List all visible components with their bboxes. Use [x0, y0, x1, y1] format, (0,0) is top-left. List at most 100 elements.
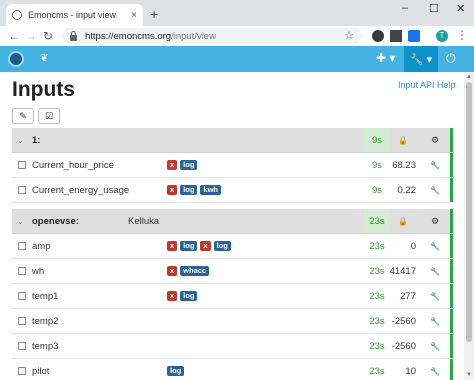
reload-icon[interactable]: ↻	[43, 29, 53, 43]
process-multiply-badge: x	[167, 291, 178, 301]
input-row[interactable]: pilot log 23s 10 🔧	[12, 359, 453, 380]
add-menu-button[interactable]: ✚ ▾	[376, 51, 395, 65]
input-name: pilot	[32, 365, 50, 377]
input-row[interactable]: amp x log x log 23s 0 🔧	[12, 234, 453, 259]
lock-icon[interactable]: 🔒	[390, 209, 416, 233]
browser-tab[interactable]: Emoncms - input view ×	[6, 4, 143, 26]
qr-extension-icon[interactable]	[390, 30, 402, 42]
input-checkbox[interactable]	[18, 234, 26, 258]
input-row[interactable]: wh x whacc 23s 41417 🔧	[12, 259, 453, 284]
setup-menu-button[interactable]: 🔧 ▾	[404, 46, 438, 72]
process-list[interactable]: log	[167, 359, 185, 380]
group-updated-time: 23s	[364, 209, 390, 233]
check-square-icon: ☑	[44, 110, 54, 121]
configure-wrench-icon[interactable]: 🔧	[422, 234, 448, 258]
configure-wrench-icon[interactable]: 🔧	[422, 309, 448, 333]
group-row[interactable]: ⌄ openevse: Kelluka 23s 🔒 ⚙	[12, 209, 453, 234]
configure-wrench-icon[interactable]: 🔧	[422, 259, 448, 283]
menu-dots-icon[interactable]: ⋮	[456, 28, 468, 42]
window-close-button[interactable]: ✕	[456, 2, 465, 15]
app-navbar: ❦ ✚ ▾ 🔧 ▾ ⏻	[0, 46, 474, 72]
input-value: 68.23	[392, 159, 416, 171]
inputs-table: ⌄ 1: 9s 🔒 ⚙ Current_hour_price x log 9s 68.23 🔧 Cur…	[12, 128, 453, 380]
process-list[interactable]: x log	[167, 153, 198, 177]
group-row[interactable]: ⌄ 1: 9s 🔒 ⚙	[12, 128, 453, 153]
configure-wrench-icon[interactable]: 🔧	[422, 178, 448, 202]
scrollbar[interactable]: ▲ ▼	[464, 72, 474, 380]
input-row[interactable]: Current_energy_usage x log kwh 9s 0.22 🔧	[12, 178, 453, 203]
chevron-down-icon[interactable]: ⌄	[17, 209, 24, 233]
id-extension-icon[interactable]	[408, 30, 420, 42]
input-checkbox[interactable]	[18, 178, 26, 202]
status-indicator	[450, 178, 453, 202]
process-multiply-badge: x	[167, 185, 178, 195]
input-checkbox[interactable]	[18, 309, 26, 333]
profile-avatar[interactable]: T	[436, 30, 448, 42]
input-row[interactable]: temp2 23s -2560 🔧	[12, 309, 453, 334]
address-bar[interactable]: https://emoncms.org/input/view ☆	[62, 28, 362, 44]
extension-circle-icon[interactable]	[372, 30, 384, 42]
input-updated-time: 23s	[369, 340, 385, 352]
gear-icon[interactable]: ⚙	[422, 209, 448, 233]
input-api-help-link[interactable]: Input API Help	[398, 80, 456, 90]
bookmark-star-icon[interactable]: ☆	[344, 29, 354, 42]
back-arrow-icon[interactable]: ←	[8, 29, 20, 43]
configure-wrench-icon[interactable]: 🔧	[422, 334, 448, 358]
input-value: -2560	[391, 315, 416, 327]
input-row[interactable]: Current_hour_price x log 9s 68.23 🔧	[12, 153, 453, 178]
input-value: 277	[400, 290, 416, 302]
status-indicator	[450, 334, 453, 358]
chevron-down-icon[interactable]: ⌄	[17, 128, 24, 152]
process-tag-badge: whacc	[180, 266, 210, 276]
scroll-up-icon[interactable]: ▲	[466, 74, 472, 80]
maximize-button[interactable]: ☐	[429, 2, 439, 15]
input-row[interactable]: temp3 23s -2560 🔧	[12, 334, 453, 359]
process-list[interactable]: x log x log	[167, 234, 231, 258]
configure-wrench-icon[interactable]: 🔧	[422, 153, 448, 177]
process-list[interactable]: x log kwh	[167, 178, 222, 202]
input-value: -2560	[391, 340, 416, 352]
page-title: Inputs	[12, 78, 75, 101]
logout-power-icon[interactable]: ⏻	[446, 51, 456, 66]
select-all-button[interactable]: ☑	[38, 108, 60, 124]
input-row[interactable]: temp1 x log 23s 277 🔧	[12, 284, 453, 309]
input-name: Current_hour_price	[32, 159, 114, 171]
input-checkbox[interactable]	[18, 153, 26, 177]
lock-icon	[70, 30, 77, 41]
scrollbar-thumb[interactable]	[466, 82, 472, 342]
scroll-down-icon[interactable]: ▼	[466, 372, 472, 378]
page-content: Inputs Input API Help ✎ ☑ ⌄ 1: 9s 🔒 ⚙ Current…	[0, 72, 474, 380]
browser-tab-bar: Emoncms - input view × + – ☐ ✕	[0, 0, 474, 26]
lock-icon[interactable]: 🔒	[390, 128, 416, 152]
minimize-button[interactable]: –	[402, 2, 408, 14]
input-updated-time: 23s	[369, 265, 385, 277]
group-updated-time: 9s	[364, 128, 390, 152]
input-checkbox[interactable]	[18, 284, 26, 308]
input-name: temp1	[32, 290, 59, 302]
input-value: 0.22	[397, 184, 417, 196]
gear-icon[interactable]: ⚙	[422, 128, 448, 152]
process-list[interactable]: x log	[167, 284, 198, 308]
forward-arrow-icon[interactable]: →	[25, 29, 37, 43]
process-tag-badge: log	[167, 366, 185, 376]
emoncms-logo-icon[interactable]	[8, 51, 24, 67]
process-tag-badge: log	[180, 241, 198, 251]
tab-title: Emoncms - input view	[28, 10, 117, 20]
input-checkbox[interactable]	[18, 359, 26, 380]
process-multiply-badge: x	[167, 241, 178, 251]
leaf-icon[interactable]: ❦	[40, 53, 48, 64]
collapse-all-button[interactable]: ✎	[12, 108, 34, 124]
tab-close-icon[interactable]: ×	[131, 10, 137, 21]
process-tag-badge: kwh	[200, 185, 222, 195]
process-multiply-badge: x	[167, 266, 178, 276]
configure-wrench-icon[interactable]: 🔧	[422, 284, 448, 308]
input-checkbox[interactable]	[18, 334, 26, 358]
input-checkbox[interactable]	[18, 259, 26, 283]
configure-wrench-icon[interactable]: 🔧	[422, 359, 448, 380]
process-multiply-badge: x	[200, 241, 211, 251]
process-list[interactable]: x whacc	[167, 259, 210, 283]
new-tab-button[interactable]: +	[150, 6, 158, 22]
status-indicator	[450, 259, 453, 283]
browser-toolbar: ← → ↻ https://emoncms.org/input/view ☆ T…	[0, 26, 474, 46]
globe-icon	[12, 10, 22, 20]
